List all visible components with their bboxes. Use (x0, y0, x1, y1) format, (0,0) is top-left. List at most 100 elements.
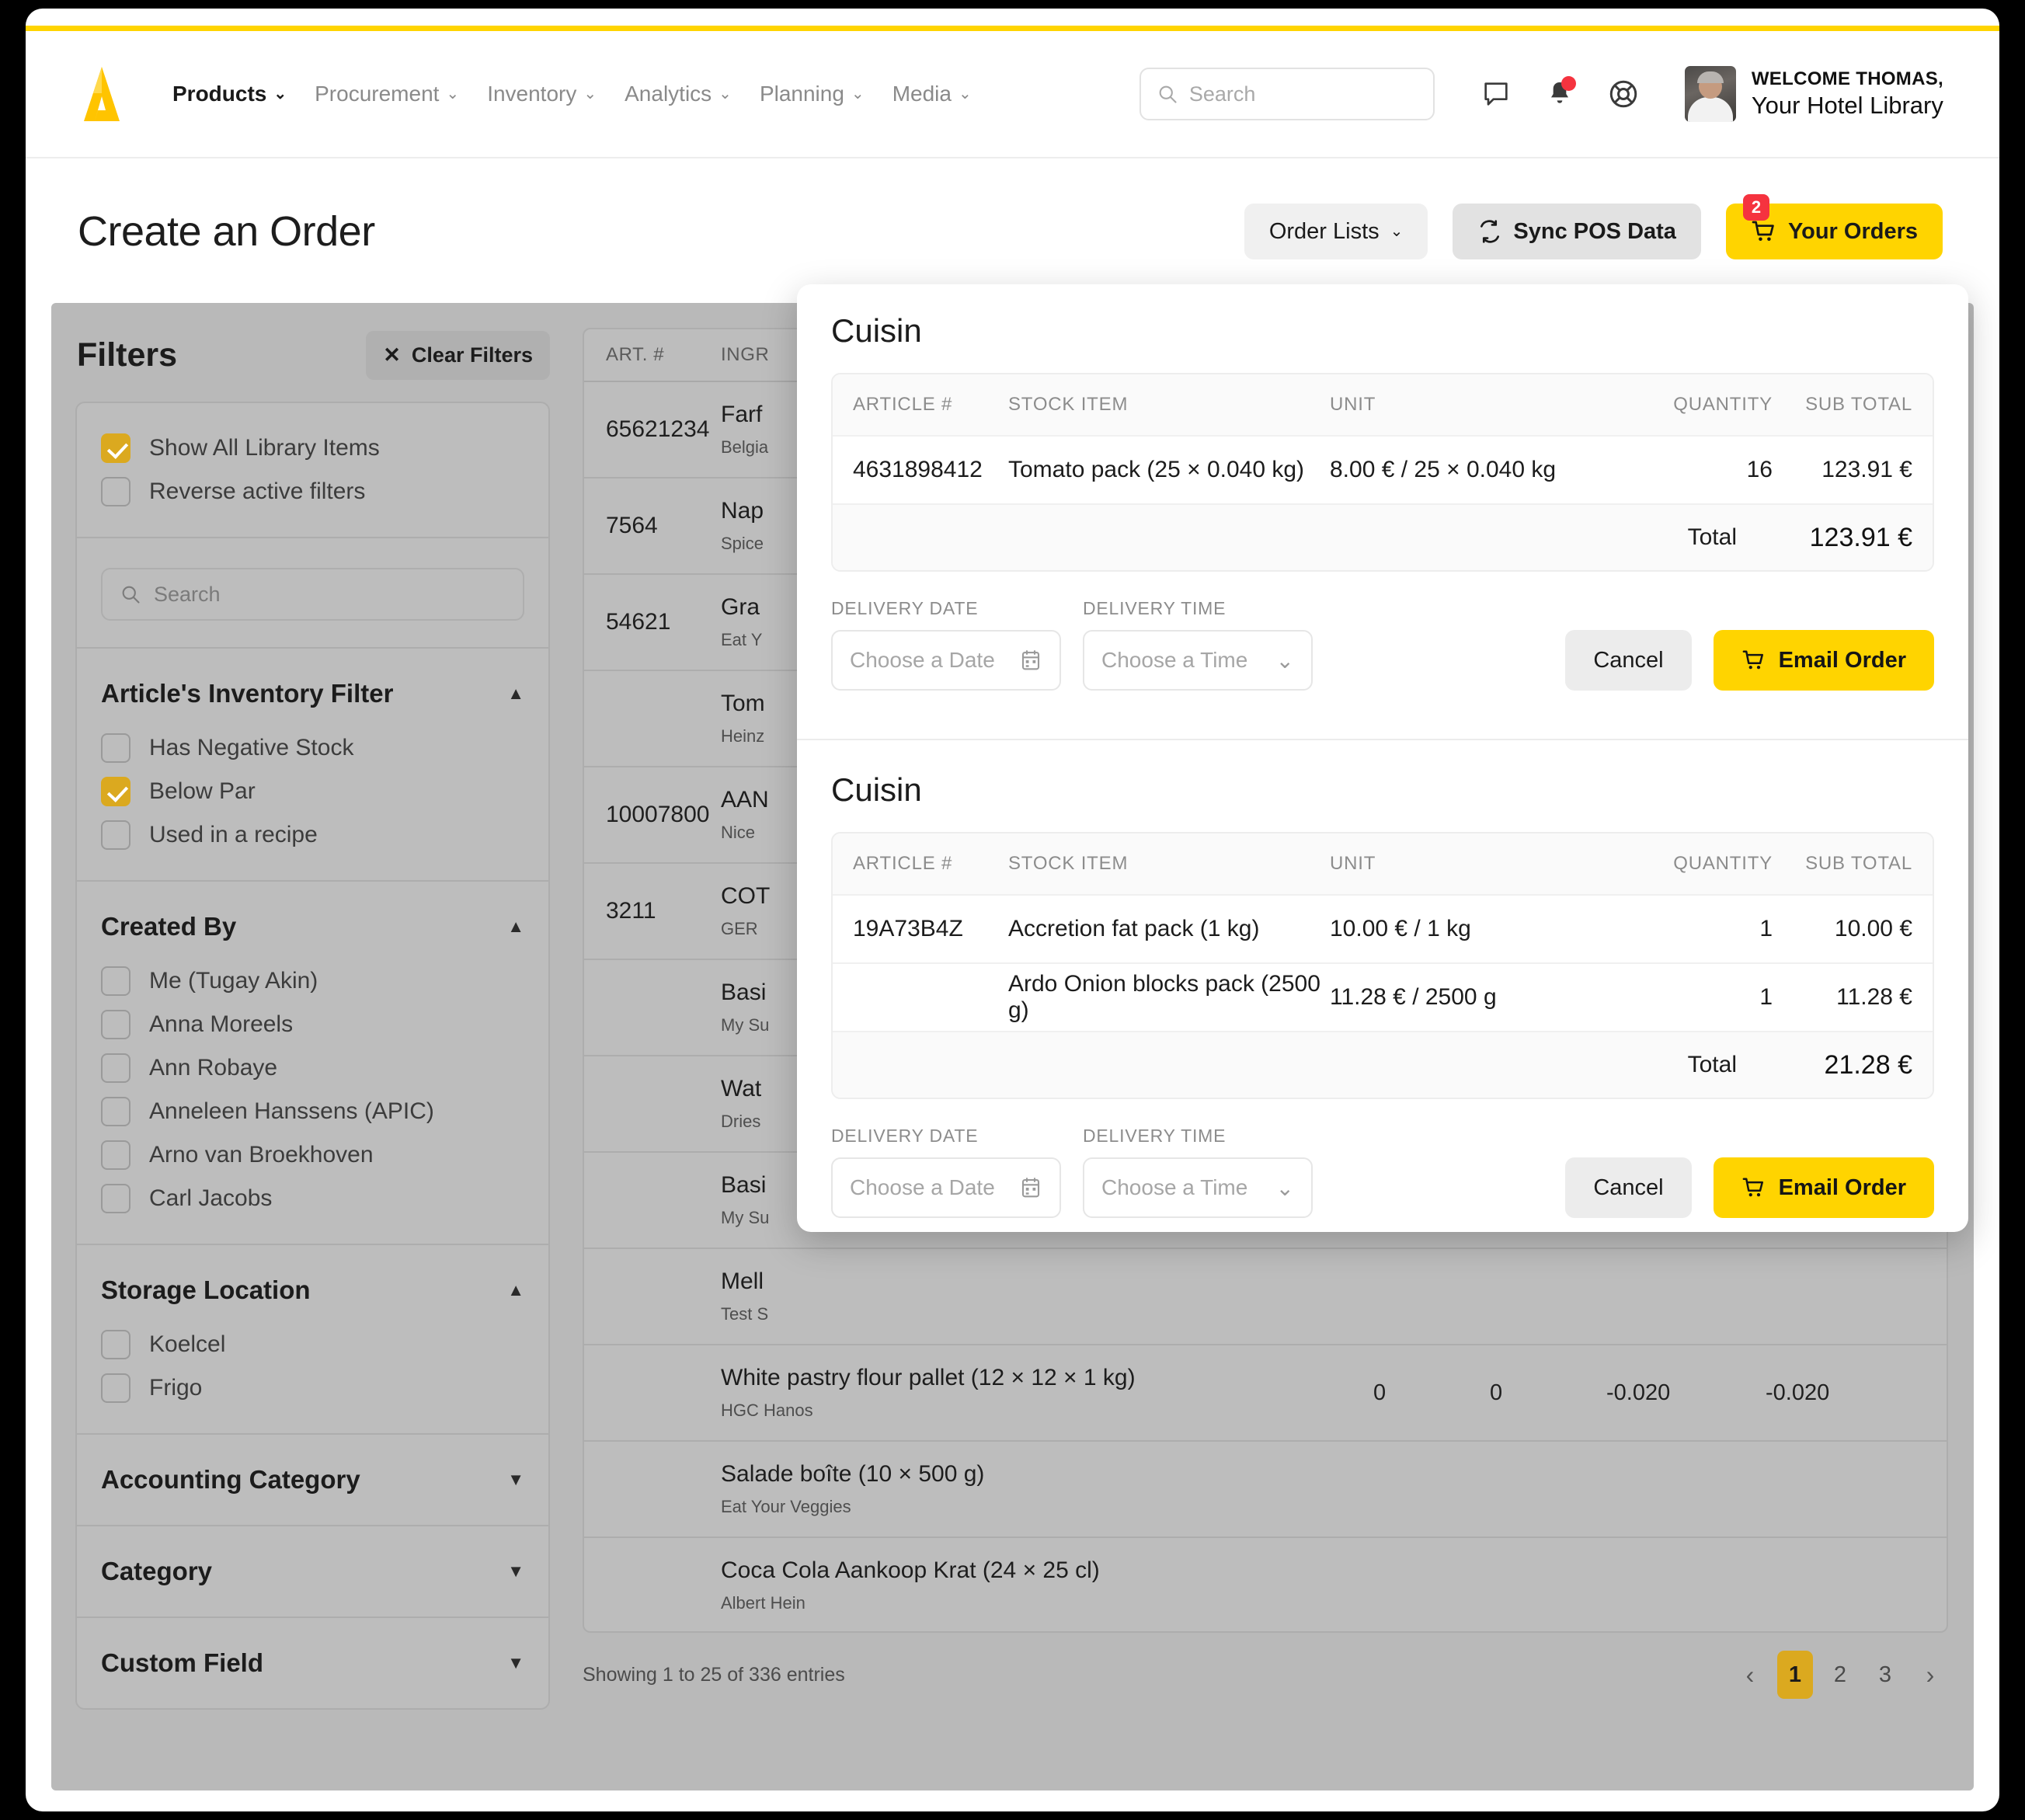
cell-unit: 10.00 € / 1 kg (1330, 916, 1471, 941)
pagination-next[interactable]: › (1912, 1651, 1948, 1699)
nav-item-products[interactable]: Products ⌄ (172, 82, 287, 106)
pagination-page-2[interactable]: 2 (1822, 1651, 1858, 1699)
cell-ingredient: Mell Test S (721, 1268, 1925, 1324)
filter-label: Show All Library Items (149, 435, 380, 461)
filter-created-by-ann-robaye[interactable]: Ann Robaye (101, 1046, 524, 1090)
filter-created-by-anneleen-hanssens[interactable]: Anneleen Hanssens (APIC) (101, 1090, 524, 1133)
filter-section-header[interactable]: Custom Field ▼ (101, 1641, 524, 1685)
cancel-button-1[interactable]: Cancel (1565, 630, 1692, 691)
chevron-up-icon[interactable]: ▲ (507, 1280, 524, 1300)
chevron-up-icon[interactable]: ▲ (507, 684, 524, 704)
global-search-input[interactable]: Search (1139, 68, 1435, 120)
filter-section-created-by: Created By ▲ Me (Tugay Akin) Anna Moreel… (77, 882, 548, 1245)
chevron-down-icon[interactable]: ▼ (507, 1653, 524, 1673)
order-lists-button[interactable]: Order Lists ⌄ (1244, 204, 1428, 259)
checkbox-checked-icon[interactable] (101, 777, 130, 806)
filter-label: Arno van Broekhoven (149, 1142, 374, 1168)
table-row[interactable]: Mell Test S (584, 1249, 1947, 1345)
pagination-page-1[interactable]: 1 (1777, 1651, 1813, 1699)
order-delivery-row-2: DELIVERY DATE Choose a Date DELIVERY TIM… (797, 1099, 1968, 1232)
chevron-down-icon[interactable]: ▼ (507, 1470, 524, 1490)
cell-sub-total: 123.91 € (1821, 457, 1912, 482)
filter-section-header[interactable]: Accounting Category ▼ (101, 1458, 524, 1502)
delivery-date-placeholder: Choose a Date (850, 1175, 995, 1199)
table-row[interactable]: Salade boîte (10 × 500 g) Eat Your Veggi… (584, 1442, 1947, 1538)
delivery-time-select[interactable]: Choose a Time ⌄ (1083, 630, 1313, 691)
delivery-time-select[interactable]: Choose a Time ⌄ (1083, 1157, 1313, 1218)
bell-icon[interactable] (1536, 70, 1584, 118)
calendar-icon[interactable] (1019, 1176, 1042, 1199)
filter-section-header[interactable]: Category ▼ (101, 1550, 524, 1593)
checkbox-icon[interactable] (101, 477, 130, 506)
cancel-button-2[interactable]: Cancel (1565, 1157, 1692, 1218)
filter-created-by-me[interactable]: Me (Tugay Akin) (101, 959, 524, 1003)
delivery-date-input[interactable]: Choose a Date (831, 1157, 1061, 1218)
welcome-line: WELCOME THOMAS, (1751, 68, 1943, 89)
filter-storage-koelcel[interactable]: Koelcel (101, 1323, 524, 1366)
filter-created-by-arno-van-broekhoven[interactable]: Arno van Broekhoven (101, 1133, 524, 1177)
filter-storage-frigo[interactable]: Frigo (101, 1366, 524, 1410)
nav-item-analytics[interactable]: Analytics ⌄ (625, 82, 732, 106)
filter-reverse-active-filters[interactable]: Reverse active filters (101, 470, 524, 513)
filter-section-header[interactable]: Created By ▲ (101, 905, 524, 948)
nav-item-procurement[interactable]: Procurement ⌄ (315, 82, 459, 106)
table-row[interactable]: Coca Cola Aankoop Krat (24 × 25 cl) Albe… (584, 1538, 1947, 1631)
nav-item-media[interactable]: Media ⌄ (892, 82, 972, 106)
order-line-row[interactable]: Ardo Onion blocks pack (2500 g) 11.28 € … (833, 962, 1933, 1031)
checkbox-icon[interactable] (101, 966, 130, 996)
filter-label: Koelcel (149, 1331, 226, 1357)
order-line-row[interactable]: 4631898412 Tomato pack (25 × 0.040 kg) 8… (833, 435, 1933, 503)
clear-filters-button[interactable]: ✕ Clear Filters (366, 330, 550, 380)
checkbox-checked-icon[interactable] (101, 433, 130, 463)
apicbase-logo-icon[interactable] (78, 65, 126, 123)
chevron-down-icon[interactable]: ▼ (507, 1561, 524, 1582)
checkbox-icon[interactable] (101, 1010, 130, 1039)
your-orders-button[interactable]: 2 Your Orders (1725, 194, 1943, 259)
email-order-button-1[interactable]: Email Order (1713, 630, 1934, 691)
chevron-down-icon[interactable]: ⌄ (1276, 648, 1294, 673)
checkbox-icon[interactable] (101, 1373, 130, 1403)
filter-label: Ann Robaye (149, 1055, 278, 1081)
checkbox-icon[interactable] (101, 733, 130, 763)
delivery-date-input[interactable]: Choose a Date (831, 630, 1061, 691)
chevron-down-icon[interactable]: ⌄ (1276, 1175, 1294, 1201)
checkbox-icon[interactable] (101, 1097, 130, 1126)
chevron-up-icon[interactable]: ▲ (507, 917, 524, 937)
ingredient-name: White pastry flour pallet (12 × 12 × 1 k… (721, 1365, 1136, 1390)
filter-section-header[interactable]: Article's Inventory Filter ▲ (101, 672, 524, 715)
chat-icon[interactable] (1472, 70, 1520, 118)
filter-label: Reverse active filters (149, 478, 366, 504)
pagination-prev[interactable]: ‹ (1732, 1651, 1768, 1699)
filter-section-header[interactable]: Storage Location ▲ (101, 1268, 524, 1312)
calendar-icon[interactable] (1019, 649, 1042, 672)
cell-quantity[interactable]: 16 (1609, 457, 1773, 483)
nav-item-planning[interactable]: Planning ⌄ (760, 82, 865, 106)
filter-used-in-a-recipe[interactable]: Used in a recipe (101, 813, 524, 857)
filter-created-by-anna-moreels[interactable]: Anna Moreels (101, 1003, 524, 1046)
table-row[interactable]: White pastry flour pallet (12 × 12 × 1 k… (584, 1345, 1947, 1442)
cell-quantity[interactable]: 1 (1609, 916, 1773, 942)
order-line-row[interactable]: 19A73B4Z Accretion fat pack (1 kg) 10.00… (833, 894, 1933, 962)
close-icon: ✕ (383, 343, 401, 367)
filter-created-by-carl-jacobs[interactable]: Carl Jacobs (101, 1177, 524, 1220)
sync-pos-data-button[interactable]: Sync POS Data (1453, 204, 1701, 259)
checkbox-icon[interactable] (101, 1140, 130, 1170)
checkbox-icon[interactable] (101, 1330, 130, 1359)
email-order-button-2[interactable]: Email Order (1713, 1157, 1934, 1218)
lifebuoy-icon[interactable] (1599, 70, 1647, 118)
filter-has-negative-stock[interactable]: Has Negative Stock (101, 726, 524, 770)
user-greeting[interactable]: WELCOME THOMAS, Your Hotel Library (1752, 68, 1943, 121)
cell-quantity[interactable]: 1 (1609, 984, 1773, 1011)
cell-value-2: 0 (1490, 1380, 1503, 1405)
checkbox-icon[interactable] (101, 1053, 130, 1083)
checkbox-icon[interactable] (101, 820, 130, 850)
user-avatar[interactable] (1684, 66, 1736, 122)
filter-show-all-library-items[interactable]: Show All Library Items (101, 426, 524, 470)
checkbox-icon[interactable] (101, 1184, 130, 1213)
pagination-page-3[interactable]: 3 (1867, 1651, 1903, 1699)
nav-item-inventory[interactable]: Inventory ⌄ (487, 82, 597, 106)
order-lines-table-1: ARTICLE # STOCK ITEM UNIT QUANTITY SUB T… (831, 373, 1934, 572)
avatar-hair (1696, 71, 1724, 83)
filter-below-par[interactable]: Below Par (101, 770, 524, 813)
filters-search-input[interactable]: Search (101, 568, 524, 621)
